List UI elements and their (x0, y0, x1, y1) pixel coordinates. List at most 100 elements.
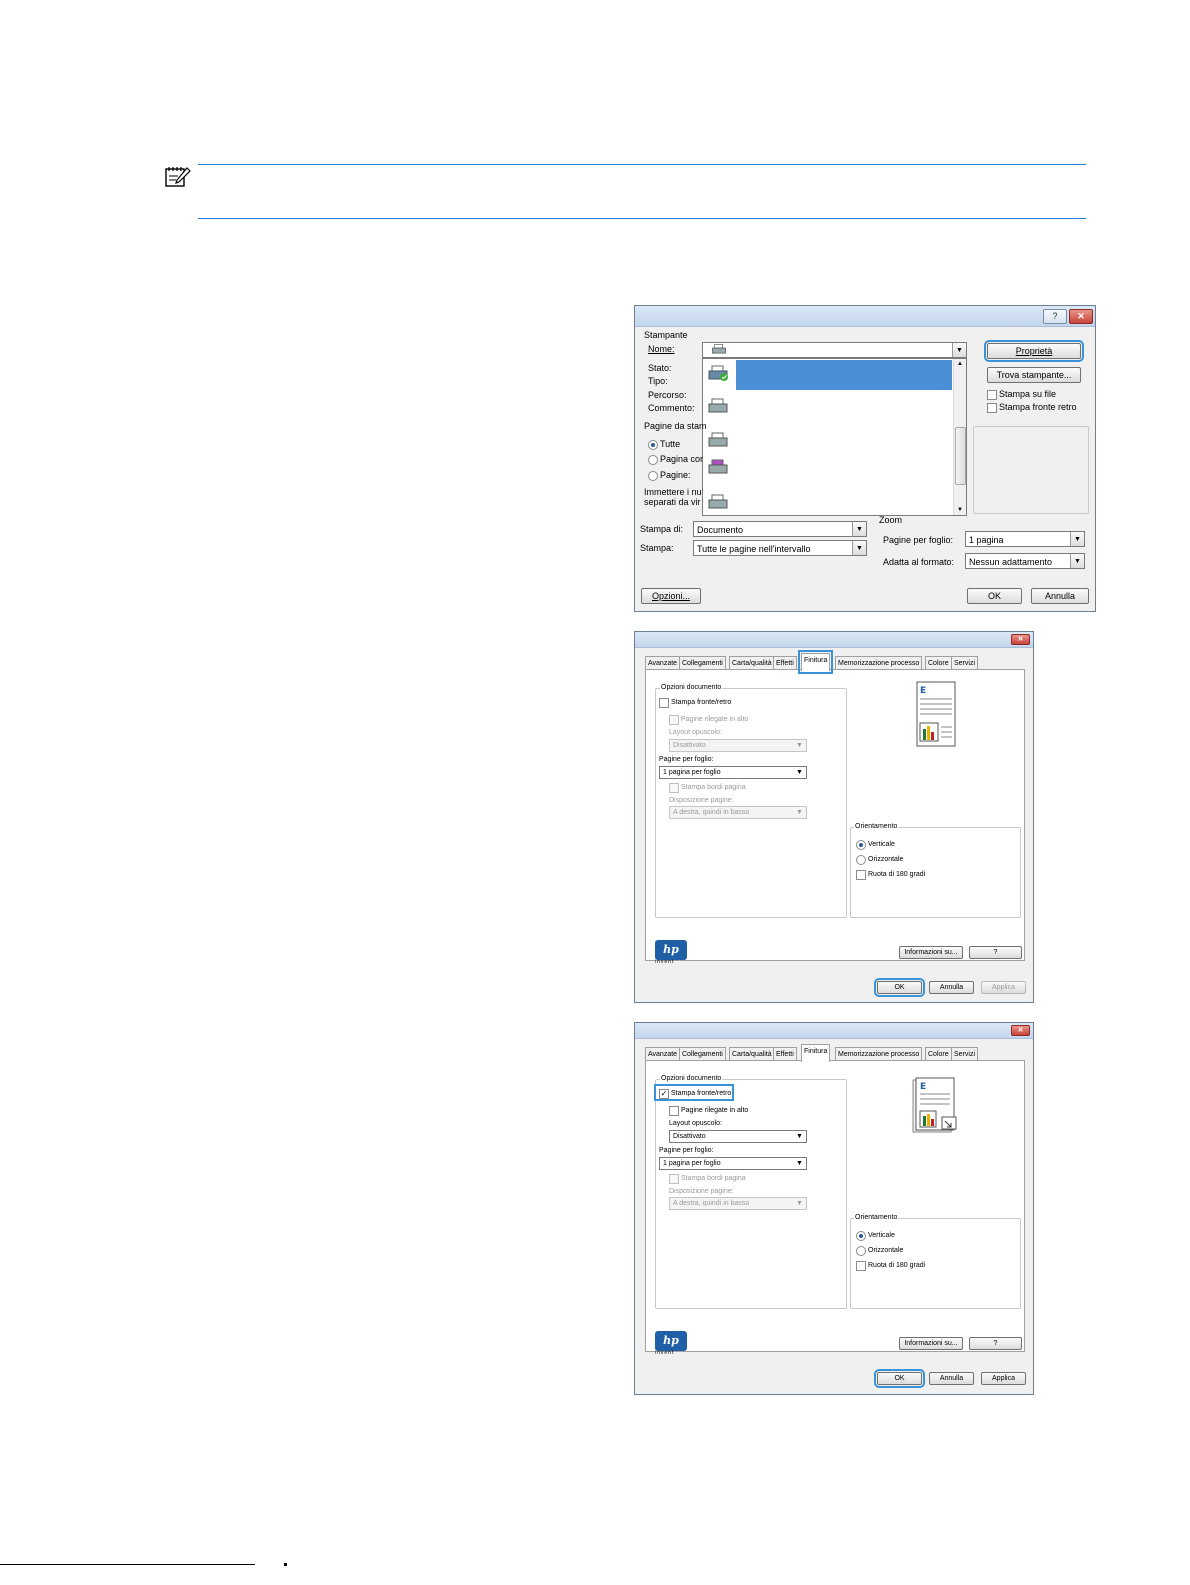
cancel-button[interactable]: Annulla (929, 981, 974, 994)
scroll-down-icon[interactable]: ▼ (954, 507, 966, 513)
footer-rule (0, 1564, 255, 1565)
landscape-radio[interactable] (856, 855, 866, 865)
print-borders-checkbox[interactable] (669, 1174, 679, 1184)
tab-finishing[interactable]: Finitura (797, 650, 834, 674)
help-icon[interactable]: ? (1043, 309, 1067, 324)
duplex-label: Stampa fronte/retro (671, 699, 732, 706)
printer-section-label: Stampante (644, 330, 688, 340)
print-what-select[interactable]: Documento ▼ (693, 521, 867, 537)
landscape-label: Orizzontale (868, 1247, 904, 1254)
printer-icon (712, 344, 726, 354)
about-button[interactable]: Informazioni su... (899, 946, 963, 959)
page-order-select[interactable]: A destra, quindi in basso ▼ (669, 1197, 807, 1210)
printer-icon (708, 432, 728, 447)
pages-per-sheet-select[interactable]: 1 pagina ▼ (965, 531, 1085, 547)
close-icon[interactable]: ✕ (1011, 1025, 1030, 1036)
tab-color[interactable]: Colore (925, 656, 952, 670)
orientation-label: Orientamento (854, 821, 899, 832)
dropdown-scrollbar[interactable]: ▲ ▼ (953, 359, 966, 515)
hp-tagline: invent (655, 1350, 675, 1356)
hp-logo: hp (655, 1331, 687, 1351)
ok-button[interactable]: OK (967, 588, 1022, 604)
pages-per-sheet-select[interactable]: 1 pagina per foglio ▼ (659, 1157, 807, 1170)
type-label: Tipo: (648, 376, 668, 386)
printer-name-select[interactable]: ▼ (702, 342, 967, 358)
tab-advanced[interactable]: Avanzate (645, 656, 681, 670)
apply-button[interactable]: Applica (981, 1372, 1026, 1385)
properties-dialog-1: ✕ Avanzate Collegamenti Carta/qualità Ef… (634, 631, 1034, 1003)
copies-group (973, 426, 1089, 514)
print-borders-checkbox[interactable] (669, 783, 679, 793)
flip-pages-label: Pagine rilegate in alto (681, 1107, 749, 1114)
tab-services[interactable]: Servizi (951, 656, 979, 670)
tab-effects[interactable]: Effetti (773, 656, 797, 670)
ok-button[interactable]: OK (874, 978, 925, 997)
booklet-layout-select[interactable]: Disattivato ▼ (669, 1130, 807, 1143)
fax-printer-icon (708, 459, 728, 474)
find-printer-button[interactable]: Trova stampante... (987, 367, 1081, 383)
properties-titlebar: ✕ (635, 632, 1033, 648)
portrait-radio[interactable] (856, 840, 866, 850)
ok-button[interactable]: OK (874, 1369, 925, 1388)
path-label: Percorso: (648, 390, 687, 400)
options-button[interactable]: Opzioni... (641, 588, 701, 604)
rotate-checkbox[interactable] (856, 870, 866, 880)
scroll-up-icon[interactable]: ▲ (954, 361, 966, 367)
flip-pages-checkbox[interactable] (669, 1106, 679, 1116)
tab-color[interactable]: Colore (925, 1047, 952, 1061)
tab-advanced[interactable]: Avanzate (645, 1047, 681, 1061)
page-order-select[interactable]: A destra, quindi in basso ▼ (669, 806, 807, 819)
tab-job-storage[interactable]: Memorizzazione processo (835, 1047, 923, 1061)
comment-label: Commento: (648, 403, 695, 413)
chevron-down-icon: ▼ (852, 541, 866, 555)
help-button[interactable]: ? (969, 1337, 1022, 1350)
duplex-preview-icon: E (912, 1077, 957, 1133)
about-button[interactable]: Informazioni su... (899, 1337, 963, 1350)
booklet-layout-select[interactable]: Disattivato ▼ (669, 739, 807, 752)
duplex-checkbox[interactable]: ✓ (659, 1089, 669, 1099)
scale-select[interactable]: Nessun adattamento ▼ (965, 553, 1085, 569)
printer-icon (708, 494, 728, 509)
status-label: Stato: (648, 363, 672, 373)
print-range-select[interactable]: Tutte le pagine nell'intervallo ▼ (693, 540, 867, 556)
tab-panel: Opzioni documento Stampa fronte/retro Pa… (645, 669, 1025, 965)
print-borders-label: Stampa bordi pagina (681, 784, 746, 791)
close-icon[interactable]: ✕ (1011, 634, 1030, 645)
printer-icon (708, 398, 728, 413)
orientation-label: Orientamento (854, 1212, 899, 1223)
close-icon[interactable]: ✕ (1069, 309, 1093, 324)
flip-pages-checkbox[interactable] (669, 715, 679, 725)
scrollbar-thumb[interactable] (955, 427, 966, 485)
landscape-radio[interactable] (856, 1246, 866, 1256)
portrait-radio[interactable] (856, 1231, 866, 1241)
tab-strip: Avanzate Collegamenti Carta/qualità Effe… (645, 1044, 1025, 1062)
help-button[interactable]: ? (969, 946, 1022, 959)
pages-radio[interactable] (648, 471, 658, 481)
tab-services[interactable]: Servizi (951, 1047, 979, 1061)
apply-button[interactable]: Applica (981, 981, 1026, 994)
note-top-rule (198, 164, 1086, 165)
all-pages-radio[interactable] (648, 440, 658, 450)
cancel-button[interactable]: Annulla (929, 1372, 974, 1385)
tab-finishing[interactable]: Finitura (801, 1044, 831, 1062)
duplex-checkbox[interactable] (659, 698, 669, 708)
printer-list-item-selected[interactable] (736, 360, 952, 390)
tab-paper-quality[interactable]: Carta/qualità (729, 656, 775, 670)
current-page-radio[interactable] (648, 455, 658, 465)
properties-button[interactable]: Proprietà (984, 340, 1084, 362)
tab-shortcuts[interactable]: Collegamenti (679, 1047, 726, 1061)
printer-dropdown-list[interactable]: ▲ ▼ (702, 358, 967, 516)
tab-shortcuts[interactable]: Collegamenti (679, 656, 726, 670)
rotate-checkbox[interactable] (856, 1261, 866, 1271)
tab-paper-quality[interactable]: Carta/qualità (729, 1047, 775, 1061)
tab-effects[interactable]: Effetti (773, 1047, 797, 1061)
print-to-file-checkbox[interactable] (987, 390, 997, 400)
tab-panel: Opzioni documento ✓ Stampa fronte/retro … (645, 1060, 1025, 1356)
svg-text:E: E (920, 1082, 926, 1092)
duplex-checkbox[interactable] (987, 403, 997, 413)
pages-per-sheet-select[interactable]: 1 pagina per foglio ▼ (659, 766, 807, 779)
tab-job-storage[interactable]: Memorizzazione processo (835, 656, 923, 670)
name-label: Nome: (648, 344, 675, 354)
cancel-button[interactable]: Annulla (1031, 588, 1089, 604)
flip-pages-label: Pagine rilegate in alto (681, 716, 749, 723)
